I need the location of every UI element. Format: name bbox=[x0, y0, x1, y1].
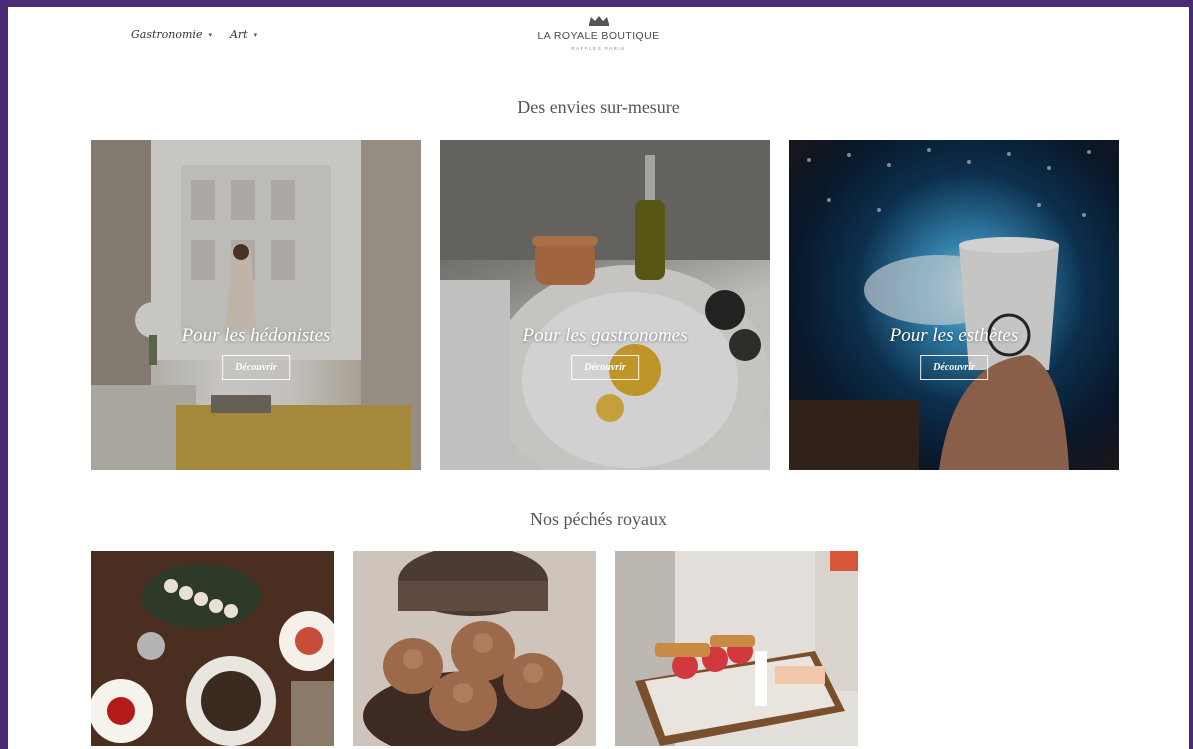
product-card-canneles[interactable] bbox=[353, 551, 596, 746]
section-title-peches: Nos péchés royaux bbox=[530, 509, 667, 529]
decouvrir-button[interactable]: Découvrir bbox=[222, 355, 290, 380]
brand-logo[interactable]: LA ROYALE BOUTIQUE RAFFLES PARIS bbox=[8, 15, 1189, 51]
page: Gastronomie ▾ Art ▾ LA ROYALE BOUTIQUE R… bbox=[8, 7, 1189, 749]
brand-name: LA ROYALE BOUTIQUE bbox=[537, 30, 660, 42]
card-overlay bbox=[91, 140, 421, 470]
crown-icon bbox=[588, 16, 609, 26]
card-gastronomes[interactable]: Pour les gastronomes Découvrir bbox=[440, 140, 770, 470]
product-image bbox=[615, 551, 858, 746]
decouvrir-button[interactable]: Découvrir bbox=[571, 355, 639, 380]
card-esthetes[interactable]: Pour les esthètes Découvrir bbox=[789, 140, 1119, 470]
card-title: Pour les hédonistes bbox=[181, 325, 331, 346]
brand-subtitle: RAFFLES PARIS bbox=[571, 46, 626, 51]
card-overlay bbox=[789, 140, 1119, 470]
card-hedonistes[interactable]: Pour les hédonistes Découvrir bbox=[91, 140, 421, 470]
decouvrir-button[interactable]: Découvrir bbox=[920, 355, 988, 380]
card-title: Pour les gastronomes bbox=[522, 325, 688, 346]
section-title-envies: Des envies sur-mesure bbox=[517, 97, 680, 117]
product-image bbox=[91, 551, 334, 746]
product-card-sushi[interactable] bbox=[91, 551, 334, 746]
product-card-plateau[interactable] bbox=[615, 551, 858, 746]
card-overlay bbox=[440, 140, 770, 470]
card-title: Pour les esthètes bbox=[889, 325, 1019, 346]
product-image bbox=[353, 551, 596, 746]
